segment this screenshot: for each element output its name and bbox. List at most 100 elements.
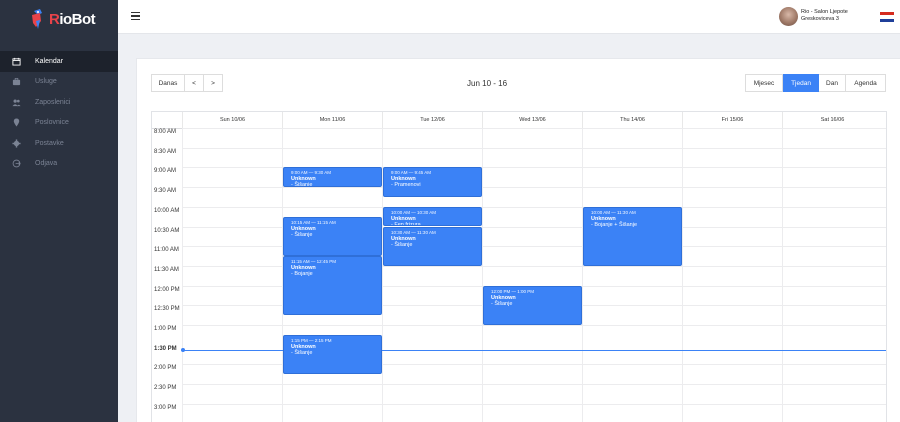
calendar-event[interactable]: 9:00 AM — 9:45 AM Unknown - Pramenovi — [383, 167, 482, 197]
hamburger-menu-icon[interactable] — [131, 12, 140, 20]
sidebar-item-postavke[interactable]: Postavke — [0, 133, 118, 154]
sidebar-item-label: Postavke — [35, 139, 64, 147]
view-week-button[interactable]: Tjedan — [783, 74, 819, 92]
time-label: 8:30 AM — [154, 148, 177, 155]
prev-button[interactable]: < — [185, 74, 204, 92]
topbar: Rio - Salon Ljepote Greskoviceva 3 — [118, 0, 900, 34]
calendar-event[interactable]: 12:00 PM — 1:00 PM Unknown - Šišanje — [483, 285, 582, 325]
day-column-divider — [782, 128, 783, 422]
users-icon — [11, 97, 21, 107]
user-address: Greskoviceva 3 — [801, 16, 839, 22]
event-time: 1:15 PM — 2:15 PM — [291, 337, 332, 343]
event-service: - Bojanje + Šišanje — [591, 221, 638, 228]
hour-gridline — [182, 147, 886, 149]
time-label: 10:00 AM — [154, 207, 180, 214]
event-service: - Šišanje — [291, 231, 313, 238]
event-service: - Šišanje — [391, 241, 413, 248]
day-header[interactable]: Wed 13/06 — [482, 112, 582, 128]
sidebar-item-zaposlenici[interactable]: Zaposlenici — [0, 92, 118, 113]
day-column-divider — [682, 128, 683, 422]
hour-gridline — [182, 128, 886, 129]
sidebar-item-poslovnice[interactable]: Poslovnice — [0, 113, 118, 134]
time-label: 8:00 AM — [154, 129, 177, 135]
hour-gridline — [182, 206, 886, 208]
event-time: 10:00 AM — 11:30 AM — [591, 209, 636, 215]
sidebar-item-label: Usluge — [35, 78, 57, 86]
gear-icon — [11, 138, 21, 148]
event-service: - Šišanje — [491, 300, 513, 307]
calendar-card: Danas < > Jun 10 - 16 Mjesec Tjedan Dan … — [136, 58, 900, 422]
event-time: 9:00 AM — 9:45 AM — [391, 170, 432, 176]
day-column-divider — [182, 128, 183, 422]
day-header[interactable]: Fri 15/06 — [682, 112, 782, 128]
next-button[interactable]: > — [204, 74, 223, 92]
time-label: 1:00 PM — [154, 326, 177, 332]
time-label: 1:30 PM — [154, 345, 177, 352]
day-header[interactable]: Tue 12/06 — [382, 112, 482, 128]
calendar-event[interactable]: 11:15 AM — 12:45 PM Unknown - Bojanje — [283, 256, 382, 316]
sidebar-item-kalendar[interactable]: Kalendar — [0, 51, 118, 72]
calendar-event[interactable]: 1:15 PM — 2:15 PM Unknown - Šišanje — [283, 334, 382, 375]
view-agenda-button[interactable]: Agenda — [846, 74, 886, 92]
sidebar-nav: Kalendar Usluge Zaposlenici Poslovnice P… — [0, 51, 118, 174]
time-label: 9:00 AM — [154, 168, 177, 175]
event-service: - Fen frizura — [391, 221, 421, 227]
today-button[interactable]: Danas — [151, 74, 185, 92]
current-time-dot — [181, 348, 185, 353]
croatia-flag-icon[interactable] — [880, 12, 894, 22]
time-label: 11:00 AM — [154, 247, 179, 254]
time-label: 3:00 PM — [154, 404, 177, 411]
calendar-event[interactable]: 10:30 AM — 11:30 AM Unknown - Šišanje — [383, 226, 482, 266]
briefcase-icon — [11, 77, 21, 87]
event-service: - Šišanje — [291, 182, 313, 188]
calendar-event[interactable]: 10:00 AM — 11:30 AM Unknown - Bojanje + Ši… — [583, 206, 682, 266]
sidebar-item-label: Odjava — [35, 160, 58, 168]
day-header[interactable]: Thu 14/06 — [582, 112, 682, 128]
sidebar-item-label: Zaposlenici — [35, 98, 71, 106]
riobot-logo[interactable]: RioBot — [28, 5, 98, 33]
event-service: - Šišanje — [291, 349, 313, 356]
time-label: 12:00 PM — [154, 286, 180, 293]
week-calendar-grid: Sun 10/06 Mon 11/06 Tue 12/06 Wed 13/06 Thu … — [151, 111, 887, 422]
sidebar: RioBot Kalendar Usluge Zaposlenici Poslo… — [0, 0, 118, 422]
date-range-title: Jun 10 - 16 — [467, 79, 508, 88]
user-name: Rio - Salon Ljepote — [801, 9, 848, 15]
time-label: 2:00 PM — [154, 365, 177, 372]
sidebar-item-label: Kalendar — [35, 57, 64, 65]
calendar-event[interactable]: 9:00 AM — 9:30 AM Unknown - Šišanje — [283, 167, 382, 188]
event-time: 10:30 AM — 11:30 AM — [391, 229, 436, 235]
logout-icon — [11, 159, 21, 169]
day-header[interactable]: Mon 11/06 — [282, 112, 382, 128]
view-day-button[interactable]: Dan — [819, 74, 846, 92]
time-label: 12:30 PM — [154, 306, 180, 313]
event-time: 9:00 AM — 9:30 AM — [291, 170, 332, 176]
event-time: 11:15 AM — 12:45 PM — [291, 259, 336, 265]
event-service: - Pramenovi — [391, 182, 421, 189]
hour-gridline — [182, 325, 886, 326]
user-info[interactable]: Rio - Salon Ljepote Greskoviceva 3 — [801, 9, 848, 23]
hour-gridline — [182, 187, 886, 189]
sidebar-item-label: Poslovnice — [35, 119, 69, 127]
calendar-event[interactable]: 10:00 AM — 10:30 AM Unknown - Fen frizura — [383, 206, 482, 227]
event-time: 12:00 PM — 1:00 PM — [491, 288, 535, 294]
day-column-divider — [582, 128, 583, 422]
map-marker-icon — [11, 118, 21, 128]
avatar[interactable] — [779, 7, 798, 26]
view-month-button[interactable]: Mjesec — [745, 74, 783, 92]
time-label: 9:30 AM — [154, 188, 177, 195]
hour-gridline — [182, 403, 886, 405]
calendar-icon — [11, 56, 21, 66]
day-header[interactable]: Sun 10/06 — [182, 112, 282, 128]
event-service: - Bojanje — [291, 271, 313, 278]
parrot-logo-icon — [32, 9, 42, 29]
time-label: 11:30 AM — [154, 266, 179, 273]
sidebar-item-usluge[interactable]: Usluge — [0, 72, 118, 93]
day-header[interactable]: Sat 16/06 — [782, 112, 882, 128]
time-label: 10:30 AM — [154, 227, 180, 234]
time-label: 2:30 PM — [154, 385, 177, 392]
sidebar-item-odjava[interactable]: Odjava — [0, 154, 118, 175]
hour-gridline — [182, 384, 886, 386]
calendar-event[interactable]: 10:15 AM — 11:15 AM Unknown - Šišanje — [283, 216, 382, 257]
event-time: 10:15 AM — 11:15 AM — [291, 219, 336, 225]
day-column-divider — [482, 128, 483, 422]
